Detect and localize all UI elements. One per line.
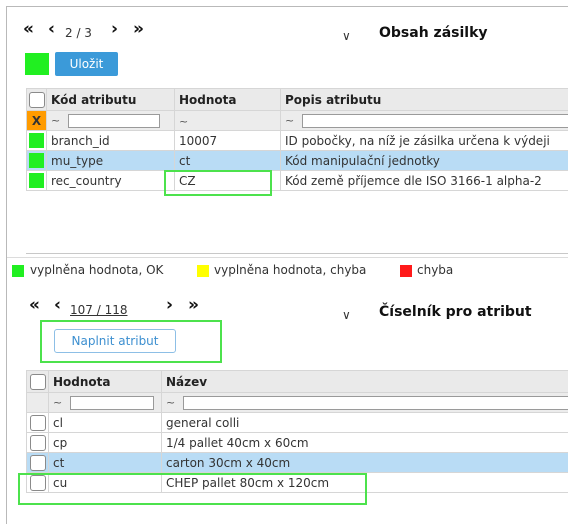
filter-row: ~ ~ — [26, 392, 568, 413]
attribute-description: Kód manipulační jednotky — [280, 150, 568, 171]
filter-name-cell: ~ — [161, 392, 568, 413]
codelist-name: general colli — [161, 412, 568, 433]
row-checkbox[interactable] — [29, 434, 46, 451]
filter-code-cell: ~ — [46, 110, 175, 131]
filter-description-cell: ~ — [280, 110, 568, 131]
legend-divider — [7, 257, 568, 258]
next-page-icon[interactable]: › — [166, 297, 173, 314]
codelist-table: Hodnota Název ~ ~ cl general colli cp 1/… — [26, 370, 568, 493]
status-ok-indicator — [29, 133, 44, 148]
last-page-icon[interactable]: » — [188, 297, 199, 314]
attribute-code: mu_type — [46, 150, 175, 171]
row-select-cell[interactable] — [26, 432, 49, 453]
filter-code-input[interactable] — [68, 113, 161, 128]
select-all-checkbox[interactable] — [28, 91, 45, 108]
row-status-cell — [26, 130, 47, 151]
table-row[interactable]: cl general colli — [26, 412, 568, 433]
status-ok-indicator — [25, 53, 49, 75]
attribute-value[interactable]: ct — [174, 150, 281, 171]
status-ok-indicator — [29, 173, 44, 188]
filter-tilde-icon[interactable]: ~ — [51, 114, 60, 127]
table-row[interactable]: cu CHEP pallet 80cm x 120cm — [26, 472, 568, 493]
first-page-icon[interactable]: « — [29, 297, 40, 314]
codelist-value: cl — [48, 412, 162, 433]
chevron-down-icon[interactable]: ∨ — [342, 29, 351, 43]
save-button[interactable]: Uložit — [55, 52, 118, 76]
filter-tilde-icon[interactable]: ~ — [53, 396, 62, 409]
codelist-name: 1/4 pallet 40cm x 60cm — [161, 432, 568, 453]
attribute-description: ID pobočky, na níž je zásilka určena k v… — [280, 130, 568, 151]
app-frame: « ‹ 2 / 3 › » ∨ Obsah zásilky Uložit Kód… — [6, 6, 568, 524]
column-header-value[interactable]: Hodnota — [174, 88, 281, 111]
filter-description-input[interactable] — [302, 113, 568, 128]
codelist-value: ct — [48, 452, 162, 473]
status-ok-indicator — [29, 153, 44, 168]
table-header-row: Hodnota Název — [26, 370, 568, 393]
select-all-cell[interactable] — [26, 88, 47, 111]
row-select-cell[interactable] — [26, 452, 49, 473]
filter-value-cell: ~ — [174, 110, 281, 131]
page-indicator: 107 / 118 — [70, 303, 128, 317]
filter-value-cell: ~ — [48, 392, 162, 413]
section-title: Obsah zásilky — [379, 25, 488, 41]
filter-tilde-icon[interactable]: ~ — [285, 114, 294, 127]
column-header-value[interactable]: Hodnota — [48, 370, 162, 393]
table-bottom-border — [26, 253, 568, 254]
table-row[interactable]: cp 1/4 pallet 40cm x 60cm — [26, 432, 568, 453]
filter-empty-cell — [26, 392, 49, 413]
codelist-value: cu — [48, 472, 162, 493]
legend-ok-label: vyplněna hodnota, OK — [30, 263, 164, 277]
row-status-cell — [26, 150, 47, 171]
select-all-cell[interactable] — [26, 370, 49, 393]
table-row[interactable]: mu_type ct Kód manipulační jednotky — [26, 150, 568, 171]
column-header-description[interactable]: Popis atributu — [280, 88, 568, 111]
attribute-description: Kód země příjemce dle ISO 3166-1 alpha-2 — [280, 170, 568, 191]
next-page-icon[interactable]: › — [111, 21, 118, 38]
filter-tilde-icon[interactable]: ~ — [166, 396, 175, 409]
clear-filter-marker[interactable]: X — [26, 110, 47, 131]
legend-error-label: chyba — [417, 263, 454, 277]
chevron-down-icon[interactable]: ∨ — [342, 308, 351, 322]
column-header-name[interactable]: Název — [161, 370, 568, 393]
filter-name-input[interactable] — [183, 395, 568, 410]
row-select-cell[interactable] — [26, 472, 49, 493]
codelist-name: carton 30cm x 40cm — [161, 452, 568, 473]
fill-attribute-button[interactable]: Naplnit atribut — [54, 329, 176, 353]
table-row[interactable]: rec_country CZ Kód země příjemce dle ISO… — [26, 170, 568, 191]
row-checkbox[interactable] — [29, 454, 46, 471]
attribute-code: rec_country — [46, 170, 175, 191]
attribute-code: branch_id — [46, 130, 175, 151]
filter-row: X ~ ~ ~ — [26, 110, 568, 131]
select-all-checkbox[interactable] — [29, 373, 46, 390]
legend-warning-swatch — [197, 265, 209, 277]
first-page-icon[interactable]: « — [23, 21, 34, 38]
attribute-value[interactable]: CZ — [174, 170, 281, 191]
table-row[interactable]: branch_id 10007 ID pobočky, na níž je zá… — [26, 130, 568, 151]
last-page-icon[interactable]: » — [133, 21, 144, 38]
codelist-value: cp — [48, 432, 162, 453]
row-status-cell — [26, 170, 47, 191]
filter-tilde-icon[interactable]: ~ — [179, 115, 188, 128]
table-header-row: Kód atributu Hodnota Popis atributu — [26, 88, 568, 111]
row-checkbox[interactable] — [29, 414, 46, 431]
legend-warning-label: vyplněna hodnota, chyba — [214, 263, 367, 277]
row-select-cell[interactable] — [26, 412, 49, 433]
prev-page-icon[interactable]: ‹ — [48, 21, 55, 38]
filter-value-input[interactable] — [70, 395, 155, 410]
legend-error-swatch — [400, 265, 412, 277]
legend-ok-swatch — [12, 265, 24, 277]
attribute-table: Kód atributu Hodnota Popis atributu X ~ … — [26, 88, 568, 191]
prev-page-icon[interactable]: ‹ — [54, 297, 61, 314]
page-indicator: 2 / 3 — [65, 26, 92, 40]
attribute-value[interactable]: 10007 — [174, 130, 281, 151]
table-row[interactable]: ct carton 30cm x 40cm — [26, 452, 568, 473]
codelist-name: CHEP pallet 80cm x 120cm — [161, 472, 568, 493]
column-header-code[interactable]: Kód atributu — [46, 88, 175, 111]
row-checkbox[interactable] — [29, 474, 46, 491]
section-title: Číselník pro atribut — [379, 304, 532, 320]
